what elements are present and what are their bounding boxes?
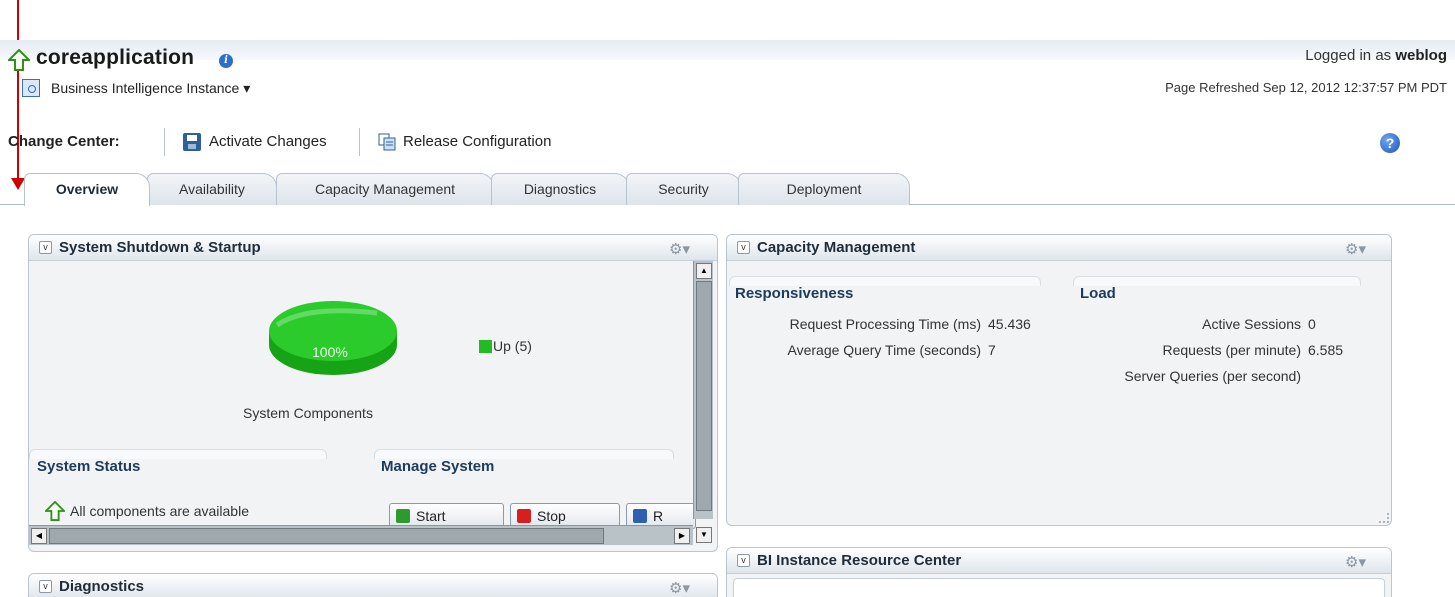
vertical-scrollbar[interactable]: ▲ ▼ [693, 261, 713, 543]
panel-header: v Capacity Management ⚙▾ [727, 235, 1391, 261]
username[interactable]: weblog [1395, 47, 1447, 64]
metric-value: 7 [988, 342, 996, 358]
pie-percent-label: 100% [312, 344, 348, 360]
metric-label: Server Queries (per second) [1124, 368, 1301, 384]
collapse-icon[interactable]: v [39, 580, 52, 593]
gear-icon[interactable]: ⚙▾ [1345, 553, 1366, 571]
responsiveness-heading: Responsiveness [735, 285, 854, 302]
panel-title: Diagnostics [59, 578, 145, 595]
annotation-arrow-head [11, 178, 25, 190]
collapse-icon[interactable]: v [737, 554, 750, 567]
metric-value: 6.585 [1308, 342, 1344, 358]
restart-label: R [653, 508, 664, 524]
release-configuration-icon[interactable] [378, 133, 396, 151]
tab-deployment[interactable]: Deployment [738, 173, 910, 205]
capacity-management-panel: v Capacity Management ⚙▾ Responsiveness … [726, 234, 1392, 526]
collapse-icon[interactable]: v [39, 241, 52, 254]
gear-icon[interactable]: ⚙▾ [669, 240, 690, 258]
up-arrow-icon [8, 49, 30, 71]
tab-security[interactable]: Security [626, 173, 741, 205]
status-text: All components are available [70, 503, 249, 519]
pie-chart [269, 301, 397, 375]
start-label: Start [416, 508, 446, 524]
save-icon[interactable] [183, 133, 201, 151]
resource-center-panel: v BI Instance Resource Center ⚙▾ [726, 547, 1392, 597]
metric-label: Active Sessions [1202, 316, 1301, 332]
section-tab-line [1073, 276, 1361, 286]
system-components-caption: System Components [243, 405, 373, 421]
manage-system-heading: Manage System [381, 458, 495, 475]
header-band [0, 40, 1455, 60]
page-refreshed-text: Page Refreshed Sep 12, 2012 12:37:57 PM … [1165, 80, 1447, 95]
horizontal-scroll-thumb[interactable] [49, 528, 604, 544]
metric-value: 45.436 [988, 316, 1031, 332]
tab-availability[interactable]: Availability [147, 173, 277, 205]
metric-value: 0 [1308, 316, 1316, 332]
system-shutdown-panel: v System Shutdown & Startup ⚙▾ 100% Up (… [28, 234, 718, 552]
panel-title: System Shutdown & Startup [59, 239, 261, 256]
diagnostics-panel: v Diagnostics ⚙▾ [28, 573, 718, 597]
scroll-up-icon[interactable]: ▲ [696, 263, 712, 279]
system-status-heading: System Status [37, 458, 141, 475]
tab-capacity-management[interactable]: Capacity Management [276, 173, 494, 205]
instance-menu[interactable]: Business Intelligence Instance ▾ [51, 80, 250, 97]
stop-label: Stop [537, 508, 566, 524]
collapse-icon[interactable]: v [737, 241, 750, 254]
panel-header: v System Shutdown & Startup ⚙▾ [29, 235, 717, 261]
play-icon [396, 509, 410, 523]
status-up-icon [45, 501, 65, 521]
scroll-down-icon[interactable]: ▼ [696, 527, 712, 543]
legend-up-label: Up (5) [493, 338, 532, 354]
panel-header: v BI Instance Resource Center ⚙▾ [727, 548, 1391, 574]
restart-icon [633, 509, 647, 523]
logged-in-prefix: Logged in as [1305, 47, 1392, 64]
gear-icon[interactable]: ⚙▾ [669, 579, 690, 597]
metric-label: Requests (per minute) [1162, 342, 1301, 358]
panel-header: v Diagnostics ⚙▾ [29, 574, 717, 597]
info-icon[interactable]: i [219, 54, 233, 68]
gear-icon[interactable]: ⚙▾ [1345, 240, 1366, 258]
scroll-left-icon[interactable]: ◀ [31, 528, 47, 544]
toolbar-separator [164, 128, 165, 156]
resize-grip-icon[interactable] [1379, 513, 1389, 523]
metric-label: Average Query Time (seconds) [787, 342, 982, 358]
scroll-right-icon[interactable]: ▶ [674, 528, 690, 544]
resource-center-content [733, 578, 1385, 597]
help-icon[interactable]: ? [1380, 133, 1400, 153]
toolbar-separator [359, 128, 360, 156]
scroll-thumb[interactable] [696, 281, 712, 511]
activate-changes-button[interactable]: Activate Changes [209, 133, 327, 150]
load-heading: Load [1080, 285, 1116, 302]
annotation-arrow-line [17, 0, 19, 180]
page-title: coreapplication [36, 46, 195, 69]
tab-overview[interactable]: Overview [24, 173, 150, 206]
bi-instance-icon [22, 79, 40, 97]
panel-title: Capacity Management [757, 239, 916, 256]
stop-icon [517, 509, 531, 523]
release-configuration-button[interactable]: Release Configuration [403, 133, 551, 150]
legend-up-swatch [479, 340, 492, 353]
tab-diagnostics[interactable]: Diagnostics [491, 173, 629, 205]
change-center-label: Change Center: [8, 133, 120, 150]
horizontal-scrollbar[interactable]: ◀ ▶ [29, 525, 693, 545]
panel-title: BI Instance Resource Center [757, 552, 962, 569]
metric-label: Request Processing Time (ms) [789, 316, 981, 332]
logged-in-user: Logged in as weblog [1305, 47, 1447, 64]
